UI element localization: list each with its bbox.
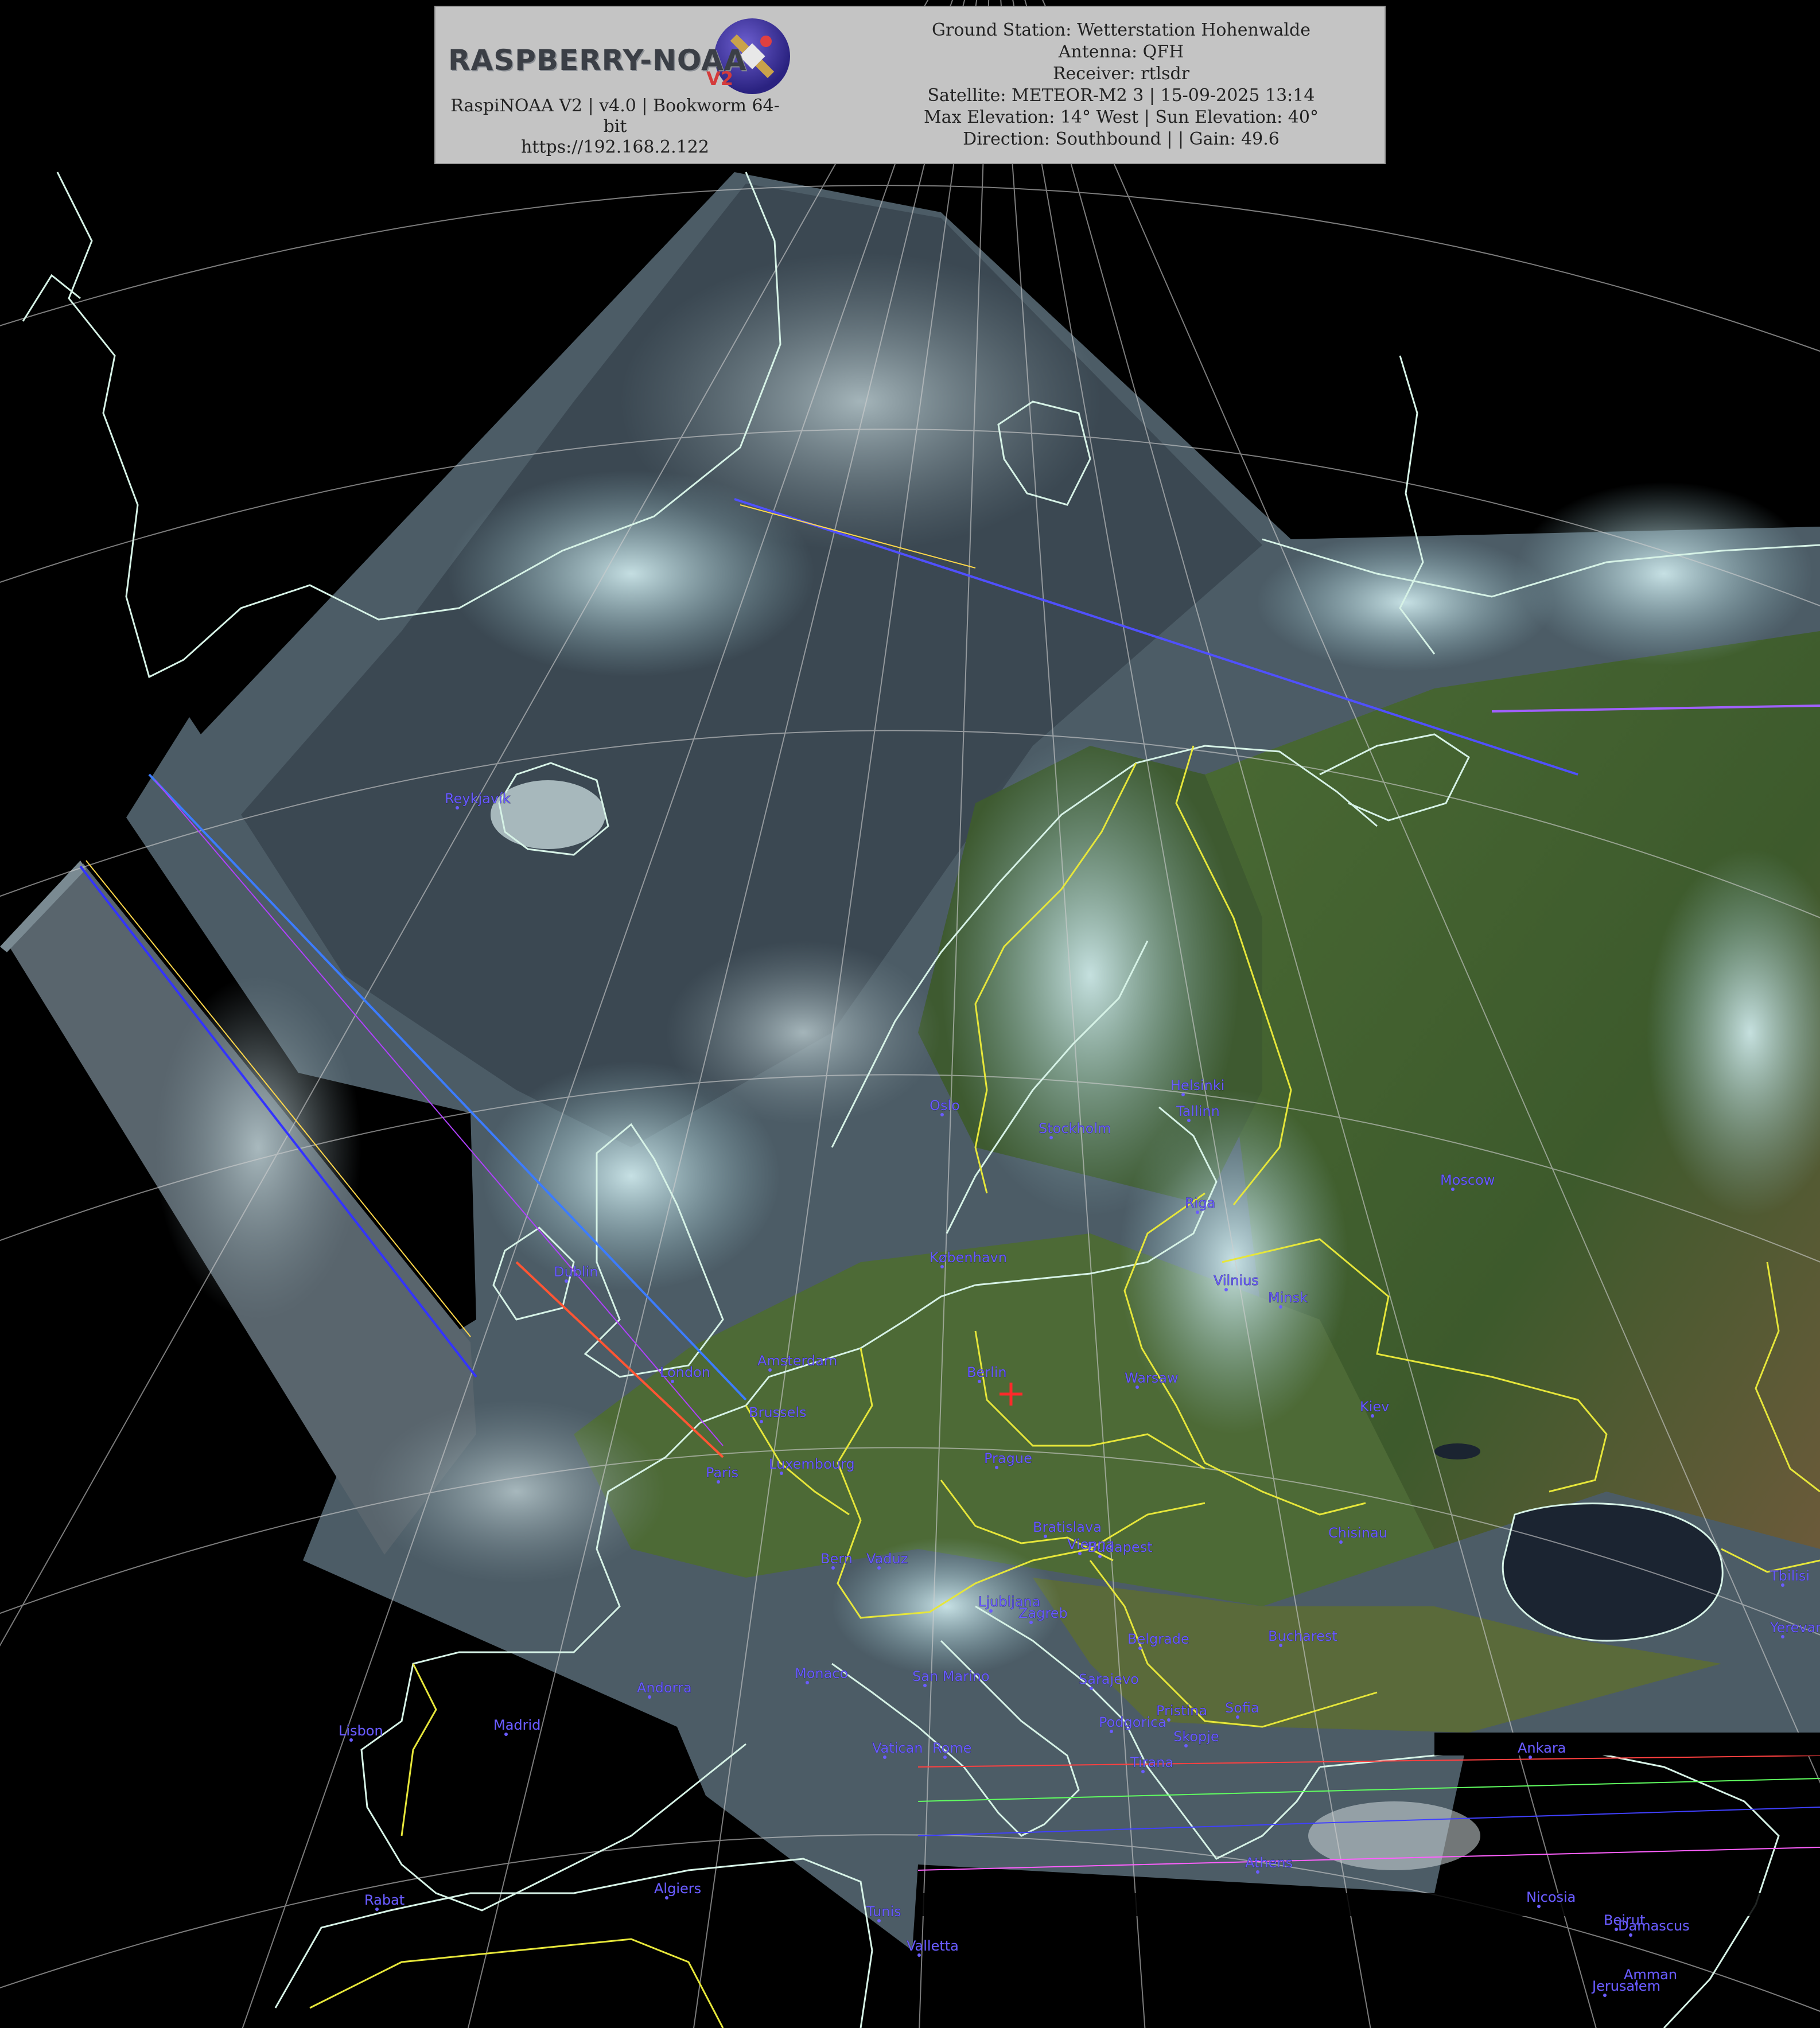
city-label: Andorra [637,1680,692,1696]
city-label: Sarajevo [1079,1671,1139,1687]
city-label: Vilnius [1214,1272,1259,1289]
city-label: Minsk [1268,1290,1308,1306]
city-label: Moscow [1440,1172,1495,1188]
city-label: Tunis [866,1904,901,1920]
raspberry-noaa-logo: RASPBERRY-NOAA V2 [441,15,797,95]
city-label: Bratislava [1033,1519,1102,1535]
city-label: Algiers [654,1881,701,1897]
city-label: Tallinn [1176,1103,1220,1119]
city-label: Sofia [1225,1700,1259,1716]
city-label: Rabat [364,1892,405,1908]
city-label: Budapest [1087,1539,1153,1555]
pass-info: Ground Station: Wetterstation Hohenwalde… [860,20,1382,150]
city-label: København [930,1250,1007,1266]
station-url: https://192.168.2.122 [521,137,709,157]
city-label: Bern [820,1551,853,1567]
city-label: Reykjavík [445,791,511,807]
city-label: Damascus [1618,1918,1690,1934]
logo-text: RASPBERRY-NOAA [448,44,747,77]
satellite-line: Satellite: METEOR-M2 3 | 15-09-2025 13:1… [927,85,1315,106]
city-label: Yerevan [1770,1620,1820,1636]
city-label: Helsinki [1170,1077,1224,1093]
city-label: Stockholm [1039,1120,1111,1136]
city-label: Rome [932,1740,971,1756]
software-info: RaspiNOAA V2 | v4.0 | Bookworm 64-bit ht… [440,96,790,158]
ground-station: Ground Station: Wetterstation Hohenwalde [932,20,1310,40]
city-label: Tbilisi [1770,1568,1810,1584]
city-label: Dublin [554,1264,598,1280]
info-header: RASPBERRY-NOAA V2 RaspiNOAA V2 | v4.0 | … [434,6,1386,164]
data-gap [918,1893,1820,1916]
city-label: Madrid [493,1717,540,1733]
receiver: Receiver: rtlsdr [1052,64,1190,84]
city-label: Paris [706,1465,738,1481]
city-label: Belgrade [1127,1631,1189,1647]
city-label: Bucharest [1268,1628,1337,1644]
city-label: Luxembourg [769,1456,855,1472]
city-label: Oslo [930,1097,960,1114]
city-label: Podgorica [1099,1714,1166,1730]
city-label: Monaco [795,1665,848,1681]
city-label: Vatican [872,1740,923,1756]
elevation-line: Max Elevation: 14° West | Sun Elevation:… [924,107,1319,127]
city-label: Chisinau [1328,1525,1387,1541]
city-label: Skopje [1173,1729,1219,1745]
city-label: San Marino [912,1668,990,1684]
city-label: Berlin [967,1364,1007,1380]
city-label: Kiev [1360,1399,1389,1415]
city-label: Lisbon [339,1723,383,1739]
city-label: Ankara [1518,1740,1566,1756]
city-label: Amsterdam [757,1353,837,1369]
city-label: Jerusalem [1591,1978,1660,1994]
city-label: Valletta [907,1938,959,1954]
city-label: Riga [1185,1195,1215,1211]
city-label: Vaduz [866,1551,908,1567]
software-line: RaspiNOAA V2 | v4.0 | Bookworm 64-bit [450,96,780,137]
antenna: Antenna: QFH [1058,42,1184,62]
direction-line: Direction: Southbound | | Gain: 49.6 [963,129,1280,149]
city-label: Prague [984,1450,1032,1466]
satellite-map: Reykjavík Oslo Stockholm Helsinki Tallinn Mos… [0,0,1820,2028]
city-label: Warsaw [1125,1370,1179,1386]
data-gap [1434,1733,1820,1755]
city-label: Zagreb [1018,1605,1068,1621]
city-label: Brussels [749,1404,807,1420]
city-label: Nicosia [1526,1889,1576,1905]
city-label: Tirana [1130,1754,1173,1770]
city-label: London [660,1364,710,1380]
city-label: Athens [1245,1855,1293,1871]
logo-version: V2 [706,68,734,89]
